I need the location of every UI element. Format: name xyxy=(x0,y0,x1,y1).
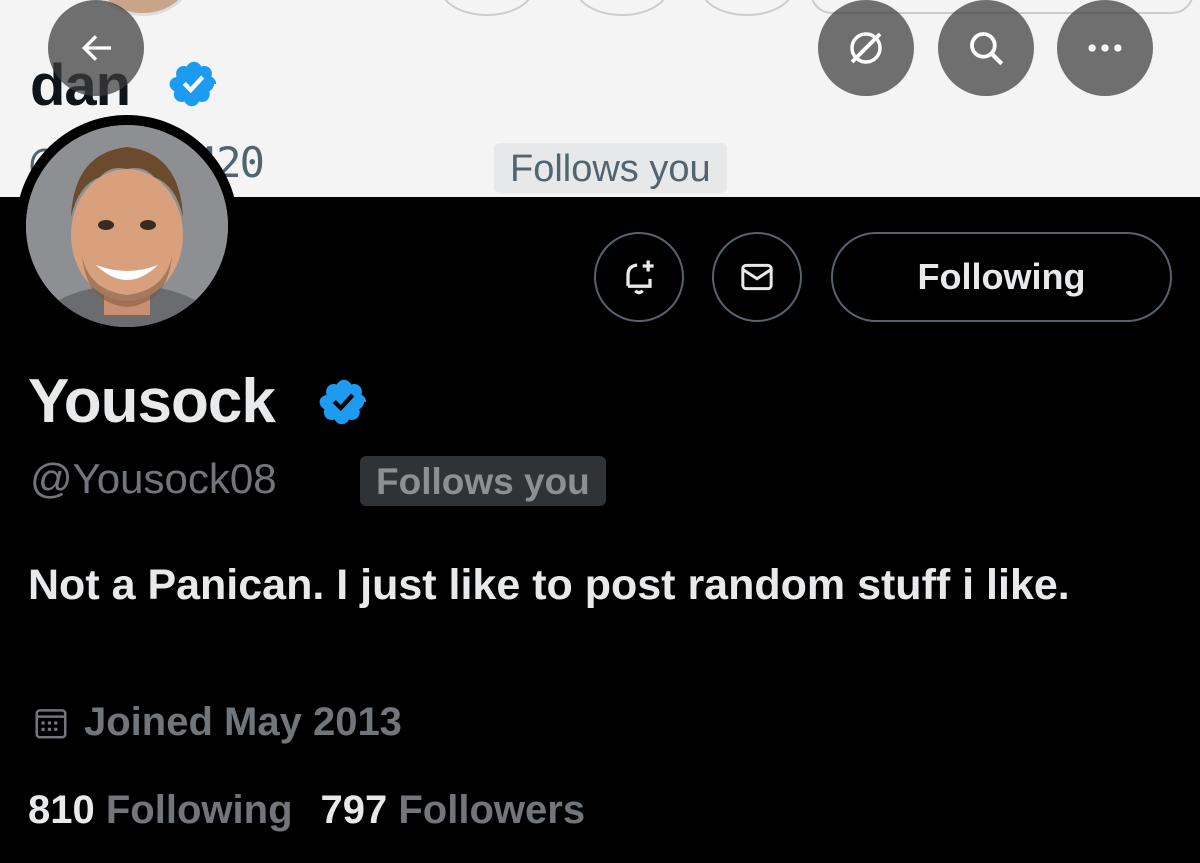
message-icon xyxy=(741,263,773,291)
following-stat[interactable]: 810 Following xyxy=(28,788,293,833)
notifications-button[interactable] xyxy=(594,232,684,322)
message-button[interactable] xyxy=(712,232,802,322)
following-button[interactable]: Following xyxy=(831,232,1172,322)
more-icon xyxy=(1088,44,1122,52)
back-button[interactable] xyxy=(48,0,144,96)
verified-icon xyxy=(169,61,217,107)
search-button[interactable] xyxy=(938,0,1034,96)
header-ghost-button xyxy=(700,0,794,16)
profile-avatar[interactable] xyxy=(16,115,238,337)
follows-you-badge: Follows you xyxy=(360,456,606,506)
header-ghost-button xyxy=(575,0,669,16)
grok-icon xyxy=(850,32,882,64)
profile-handle: @Yousock08 xyxy=(30,455,277,502)
followers-stat[interactable]: 797 Followers xyxy=(321,788,586,833)
avatar-photo xyxy=(26,125,228,327)
profile-name: Yousock xyxy=(28,367,276,436)
following-count: 810 xyxy=(28,788,95,832)
more-button[interactable] xyxy=(1057,0,1153,96)
joined-date: Joined May 2013 xyxy=(32,700,402,745)
header-follows-you-badge: Follows you xyxy=(494,143,727,193)
back-arrow-icon xyxy=(81,35,111,61)
verified-icon xyxy=(319,379,367,425)
followers-label: Followers xyxy=(398,788,586,832)
avatar-portrait xyxy=(26,125,228,327)
profile-bio: Not a Panican. I just like to post rando… xyxy=(28,561,1070,609)
joined-text: Joined May 2013 xyxy=(84,700,402,744)
calendar-icon xyxy=(35,708,67,739)
notification-bell-plus-icon xyxy=(626,260,654,295)
header-ghost-button xyxy=(440,0,534,16)
following-label: Following xyxy=(105,788,293,832)
profile-stats: 810 Following 797 Followers xyxy=(28,788,585,833)
grok-button[interactable] xyxy=(818,0,914,96)
followers-count: 797 xyxy=(320,788,388,832)
search-icon xyxy=(970,32,1004,66)
